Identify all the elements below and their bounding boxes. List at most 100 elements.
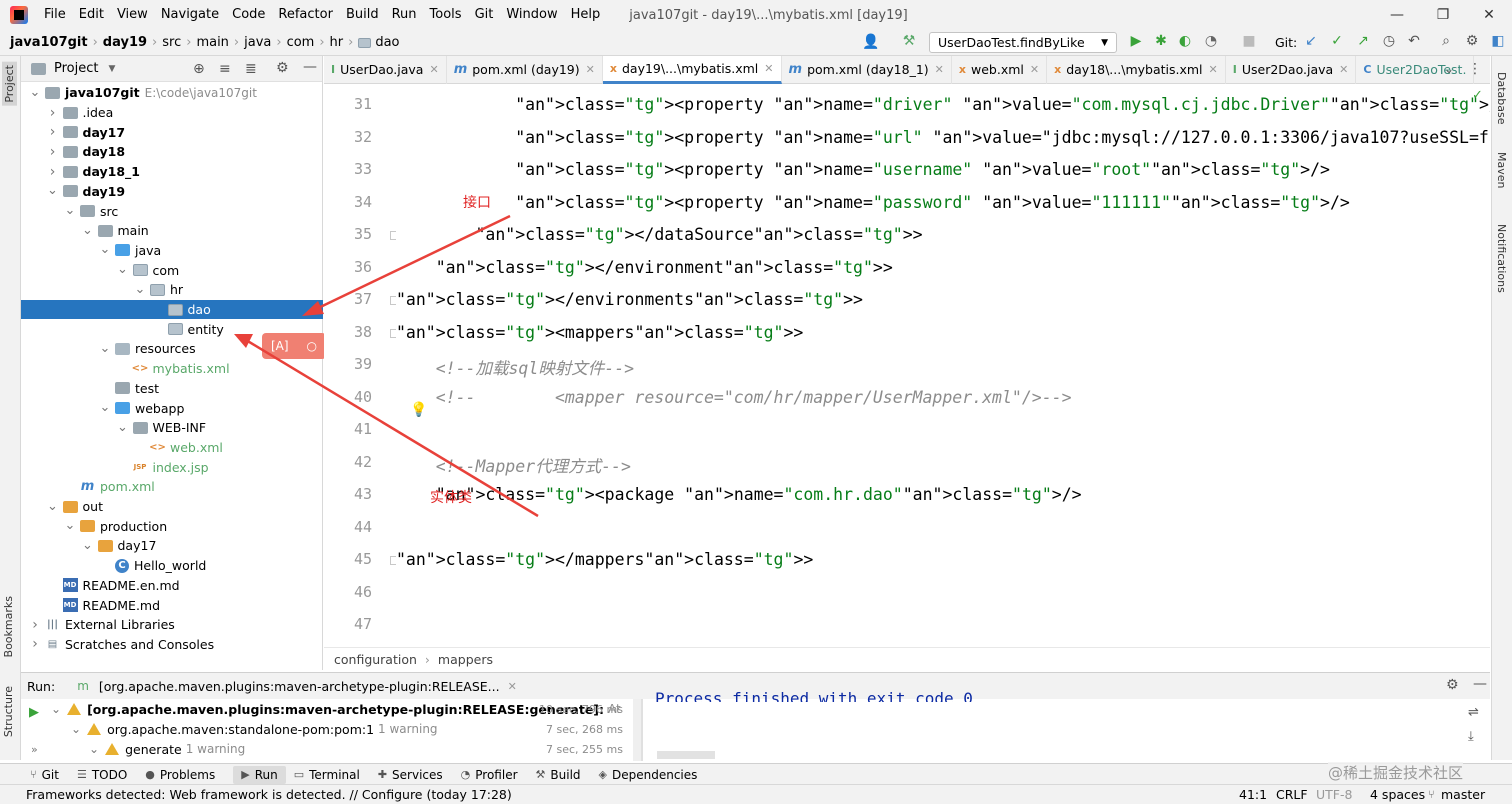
tree-item[interactable]: ⌄ src — [21, 201, 323, 221]
editor-tab[interactable]: C User2DaoTest. — [1356, 55, 1475, 84]
tree-item[interactable]: ⌄ com — [21, 260, 323, 280]
tree-item[interactable]: › day18 — [21, 142, 323, 162]
editor-tab[interactable]: x web.xml ✕ — [952, 55, 1048, 84]
chevron-down-icon[interactable]: ⌄ — [71, 723, 81, 735]
build-hammer-icon[interactable]: ⚒ — [898, 33, 920, 49]
tree-item[interactable]: ⌄ day19 — [21, 182, 323, 202]
translate-icon[interactable]: [A] — [271, 339, 289, 353]
tool-tab-run[interactable]: ▶ Run — [233, 765, 286, 784]
code-editor[interactable]: "an">class="tg"><property "an">name="dri… — [396, 85, 1490, 647]
menu-run[interactable]: Run — [386, 0, 424, 30]
run-tree-row[interactable]: ⌄ generate 1 warning 7 sec, 255 ms — [89, 739, 623, 759]
tree-item[interactable]: ⌄ java107git E:\code\java107git — [21, 83, 323, 103]
tree-item[interactable]: ⌄ out — [21, 497, 323, 517]
tree-item[interactable]: MD README.en.md — [21, 576, 323, 596]
code-line[interactable]: "an">class="tg"></dataSource"an">class="… — [396, 225, 922, 244]
chevron-down-icon[interactable]: ⌄ — [47, 184, 59, 197]
close-tab-icon[interactable]: ✕ — [935, 63, 944, 76]
collapse-all-icon[interactable]: ≣ — [245, 61, 257, 77]
menu-file[interactable]: File — [38, 0, 73, 30]
close-tab-icon[interactable]: ✕ — [764, 62, 773, 75]
run-configuration-select[interactable]: UserDaoTest.findByLike ▼ — [929, 32, 1117, 53]
close-tab-icon[interactable]: ✕ — [1209, 63, 1218, 76]
close-tab-icon[interactable]: ✕ — [1030, 63, 1039, 76]
chevron-down-icon[interactable]: ⌄ — [134, 283, 146, 296]
rollback-icon[interactable]: ↶ — [1403, 33, 1425, 49]
search-icon[interactable]: ⌕ — [1435, 33, 1457, 49]
tree-item[interactable]: JSP index.jsp — [21, 457, 323, 477]
tool-tab-terminal[interactable]: ▭ Terminal — [294, 768, 370, 782]
rerun-icon[interactable]: ▶ — [29, 705, 39, 720]
code-line[interactable]: "an">class="tg"><package "an">name="com.… — [396, 485, 1082, 504]
run-settings-gear-icon[interactable]: ⚙ — [1446, 677, 1459, 693]
run-tab-title[interactable]: [org.apache.maven.plugins:maven-archetyp… — [99, 679, 500, 694]
chevron-right-icon[interactable]: › — [47, 144, 59, 160]
soft-wrap-icon[interactable]: ⇌ — [1468, 705, 1479, 720]
editor-tab[interactable]: m pom.xml (day18_1) ✕ — [782, 55, 952, 84]
git-history-icon[interactable]: ◷ — [1378, 33, 1400, 49]
code-line[interactable]: "an">class="tg"><property "an">name="use… — [396, 160, 1330, 179]
chevron-down-icon[interactable]: ▼ — [108, 64, 115, 74]
crumb-mappers[interactable]: mappers — [438, 652, 493, 667]
menu-edit[interactable]: Edit — [73, 0, 111, 30]
structure-tool-tab[interactable]: Structure — [2, 686, 15, 737]
run-tree-row[interactable]: ⌄ [org.apache.maven.plugins:maven-archety… — [51, 699, 623, 719]
chevron-right-icon[interactable]: › — [47, 164, 59, 180]
chevron-down-icon[interactable]: ⌄ — [99, 243, 111, 256]
chevron-right-icon[interactable]: › — [29, 636, 41, 652]
menu-build[interactable]: Build — [340, 0, 386, 30]
code-line[interactable]: "an">class="tg"><property "an">name="url… — [396, 128, 1490, 147]
code-line[interactable]: "an">class="tg"></environments"an">class… — [396, 290, 863, 309]
hide-run-panel-icon[interactable]: — — [1473, 676, 1487, 692]
chevron-down-icon[interactable]: ⌄ — [117, 421, 129, 434]
floating-translate-toolbar[interactable]: [A] ○ — [262, 333, 326, 359]
tree-item[interactable]: <> mybatis.xml — [21, 359, 323, 379]
crumb-configuration[interactable]: configuration — [334, 652, 417, 667]
crumb-java107git[interactable]: java107git — [10, 35, 88, 50]
bookmarks-tool-tab[interactable]: Bookmarks — [2, 596, 15, 657]
chevron-down-icon[interactable]: ⌄ — [117, 263, 129, 276]
file-encoding[interactable]: UTF-8 — [1316, 785, 1352, 805]
close-window-button[interactable]: ✕ — [1466, 0, 1512, 30]
editor-tab[interactable]: x day19\...\mybatis.xml ✕ — [602, 55, 782, 84]
indent-setting[interactable]: 4 spaces — [1370, 785, 1425, 805]
tree-item[interactable]: ⌄ production — [21, 516, 323, 536]
chevron-down-icon[interactable]: ⌄ — [99, 342, 111, 355]
git-commit-icon[interactable]: ✓ — [1326, 33, 1348, 49]
crumb-src[interactable]: src — [162, 35, 181, 50]
tool-tab-services[interactable]: ✚ Services — [378, 768, 453, 782]
chevron-down-icon[interactable]: ⌄ — [82, 224, 94, 237]
tree-item[interactable]: test — [21, 379, 323, 399]
run-splitter[interactable] — [641, 699, 643, 761]
tree-item[interactable]: <> web.xml — [21, 438, 323, 458]
tree-item[interactable]: › ▤ Scratches and Consoles — [21, 635, 323, 655]
code-line[interactable]: <!--Mapper代理方式--> — [396, 453, 631, 477]
search-icon[interactable]: ○ — [307, 339, 317, 353]
maximize-button[interactable]: ❐ — [1420, 0, 1466, 30]
crumb-day19[interactable]: day19 — [103, 35, 147, 50]
chevron-right-icon[interactable]: › — [47, 124, 59, 140]
tree-item[interactable]: › ||| External Libraries — [21, 615, 323, 635]
chevron-down-icon[interactable]: ⌄ — [89, 743, 99, 755]
expand-toolbar-icon[interactable]: » — [31, 743, 38, 756]
menu-window[interactable]: Window — [500, 0, 564, 30]
menu-tools[interactable]: Tools — [424, 0, 469, 30]
tool-tab-dependencies[interactable]: ◈ Dependencies — [599, 768, 708, 782]
tree-item[interactable]: dao — [21, 299, 323, 320]
tree-item[interactable]: ⌄ day17 — [21, 536, 323, 556]
editor-tab[interactable]: m pom.xml (day19) ✕ — [447, 55, 603, 84]
tree-item[interactable]: › .idea — [21, 103, 323, 123]
tree-item[interactable]: ⌄ java — [21, 241, 323, 261]
more-options-icon[interactable]: ⋮ — [1468, 61, 1482, 77]
project-tool-tab[interactable]: Project — [2, 62, 17, 106]
run-icon[interactable]: ▶ — [1125, 33, 1147, 49]
editor-tab[interactable]: x day18\...\mybatis.xml ✕ — [1047, 55, 1226, 84]
chevron-down-icon[interactable]: ⌄ — [47, 500, 59, 513]
chevron-down-icon[interactable]: ⌄ — [64, 204, 76, 217]
tree-item[interactable]: m pom.xml — [21, 477, 323, 497]
settings-gear-icon[interactable]: ⚙ — [1461, 33, 1483, 49]
tabs-overflow-chevron-icon[interactable]: ⌄ — [1444, 62, 1454, 76]
menu-navigate[interactable]: Navigate — [155, 0, 226, 30]
code-line[interactable]: <!-- <mapper resource="com/hr/mapper/Use… — [396, 388, 1072, 407]
close-tab-icon[interactable]: ✕ — [586, 63, 595, 76]
